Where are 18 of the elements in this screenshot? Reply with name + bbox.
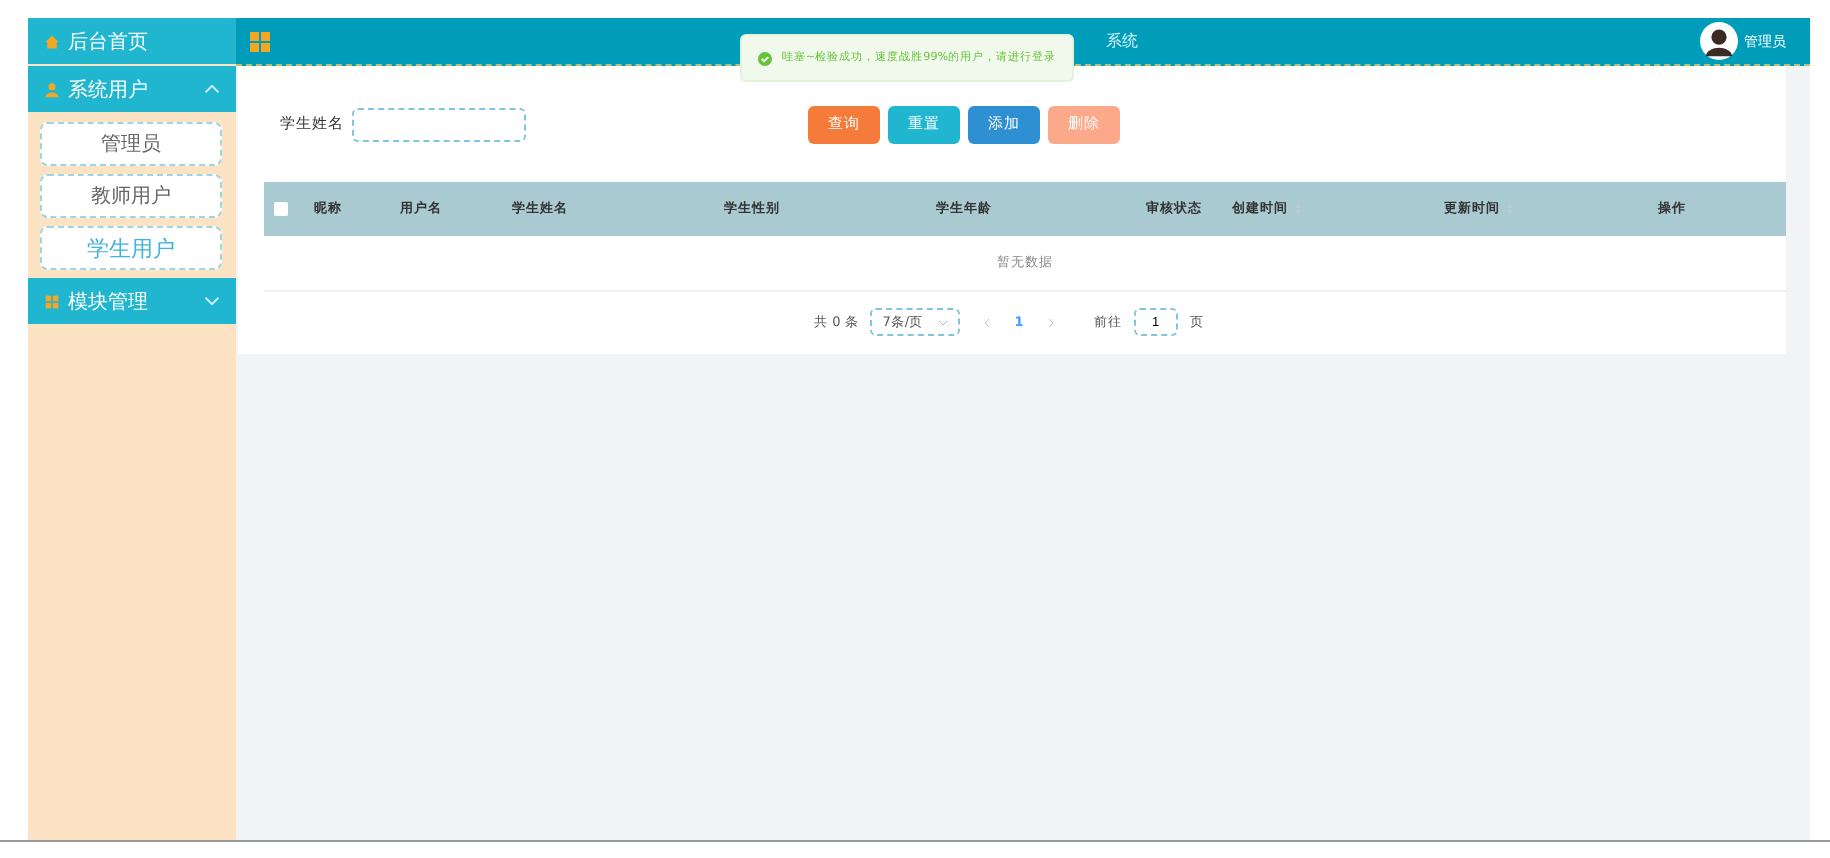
search-field[interactable] xyxy=(352,107,526,141)
grid-icon[interactable] xyxy=(250,31,270,51)
menu-item[interactable]: 模块管理 xyxy=(28,278,236,324)
system-title: 系统 xyxy=(1106,30,1138,52)
next-icon[interactable] xyxy=(1047,317,1054,327)
submenu-item[interactable]: 教师用户 xyxy=(40,174,222,218)
dropdown-icon xyxy=(938,319,949,325)
success-icon xyxy=(758,51,772,65)
home-icon xyxy=(44,33,60,49)
menu-item[interactable]: 后台首页 xyxy=(28,18,236,64)
avatar-icon[interactable] xyxy=(1700,22,1738,60)
prev-icon[interactable] xyxy=(984,317,991,327)
submenu-item[interactable]: 管理员 xyxy=(40,122,222,166)
user-icon xyxy=(44,81,60,97)
menu-item[interactable]: 系统用户 xyxy=(28,66,236,112)
checkbox[interactable] xyxy=(274,202,288,216)
grid-icon xyxy=(44,293,60,309)
submenu-item[interactable]: 学生用户 xyxy=(40,226,222,270)
